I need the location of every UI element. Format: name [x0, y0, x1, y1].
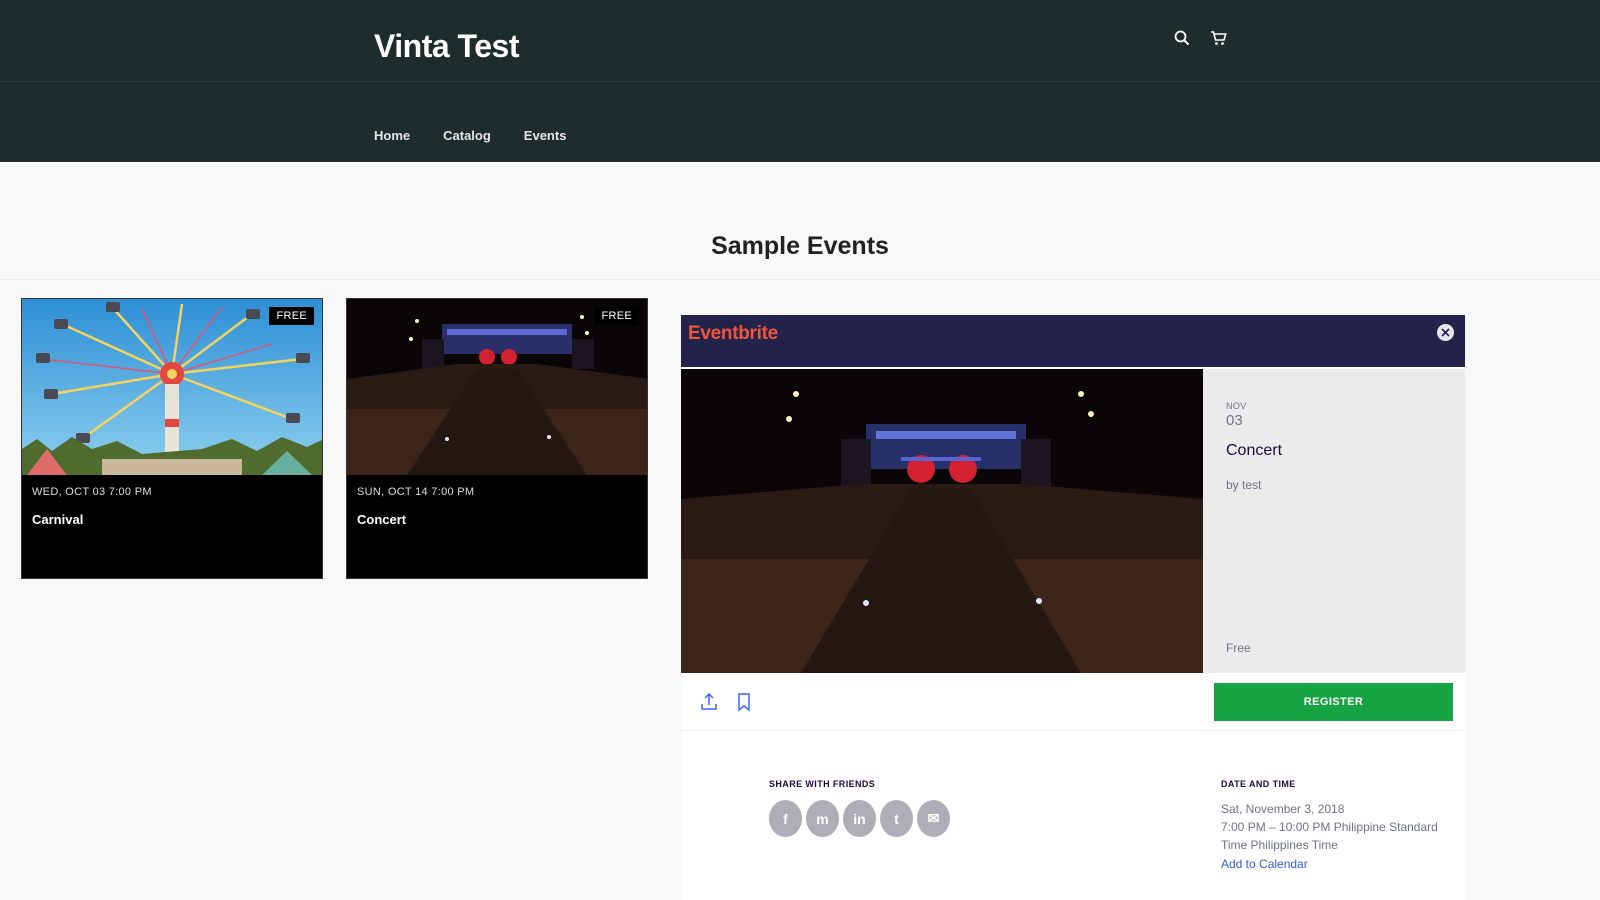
- email-icon[interactable]: ✉: [917, 800, 950, 837]
- event-card-concert[interactable]: FREE SUN, OCT 14 7:00 PM Concert: [346, 298, 648, 579]
- share-icon[interactable]: [698, 691, 720, 713]
- register-button[interactable]: REGISTER: [1214, 683, 1453, 721]
- twitter-icon[interactable]: t: [880, 800, 913, 837]
- event-timezone-line: Time Philippines Time: [1221, 838, 1338, 852]
- nav-home[interactable]: Home: [374, 128, 410, 143]
- event-date: WED, OCT 03 7:00 PM: [32, 486, 152, 498]
- add-to-calendar-link[interactable]: Add to Calendar: [1221, 857, 1308, 871]
- carnival-image: FREE: [22, 299, 322, 475]
- event-card-carnival[interactable]: FREE WED, OCT 03 7:00 PM Carnival: [21, 298, 323, 579]
- close-icon[interactable]: [1437, 324, 1454, 341]
- date-time-label: DATE AND TIME: [1221, 779, 1296, 789]
- page-title: Sample Events: [711, 232, 889, 260]
- facebook-icon[interactable]: f: [769, 800, 802, 837]
- free-badge: FREE: [594, 307, 639, 325]
- event-name: Concert: [357, 512, 407, 527]
- site-header: Vinta Test Home Catalog Events: [0, 0, 1600, 162]
- bookmark-icon[interactable]: [733, 691, 755, 713]
- nav-events[interactable]: Events: [524, 128, 567, 143]
- event-hero-image: [681, 369, 1203, 673]
- share-buttons: f m in t ✉: [769, 800, 950, 837]
- event-day: 03: [1226, 412, 1243, 429]
- header-divider: [0, 81, 1600, 82]
- action-bar: REGISTER: [681, 673, 1465, 731]
- concert-image: FREE: [347, 299, 647, 475]
- event-summary-panel: NOV 03 Concert by test Free: [1203, 369, 1465, 673]
- section-divider: [0, 279, 1600, 280]
- eventbrite-modal: Eventbrite NOV 03 Concert by test Free R…: [681, 315, 1465, 900]
- share-label: SHARE WITH FRIENDS: [769, 779, 876, 789]
- event-date-line: Sat, November 3, 2018: [1221, 802, 1345, 816]
- event-price: Free: [1226, 641, 1251, 655]
- event-time-line: 7:00 PM – 10:00 PM Philippine Standard: [1221, 820, 1438, 834]
- event-organizer: by test: [1226, 478, 1262, 492]
- event-date: SUN, OCT 14 7:00 PM: [357, 486, 475, 498]
- store-logo[interactable]: Vinta Test: [374, 28, 519, 65]
- event-month: NOV: [1226, 401, 1247, 411]
- modal-header: Eventbrite: [681, 315, 1465, 367]
- cart-icon[interactable]: [1206, 26, 1230, 50]
- nav-catalog[interactable]: Catalog: [443, 128, 491, 143]
- main-nav: Home Catalog Events: [374, 128, 566, 143]
- event-title: Concert: [1226, 442, 1283, 459]
- messenger-icon[interactable]: m: [806, 800, 839, 837]
- free-badge: FREE: [269, 307, 314, 325]
- search-icon[interactable]: [1170, 26, 1194, 50]
- linkedin-icon[interactable]: in: [843, 800, 876, 837]
- eventbrite-logo: Eventbrite: [688, 323, 778, 344]
- event-name: Carnival: [32, 512, 84, 527]
